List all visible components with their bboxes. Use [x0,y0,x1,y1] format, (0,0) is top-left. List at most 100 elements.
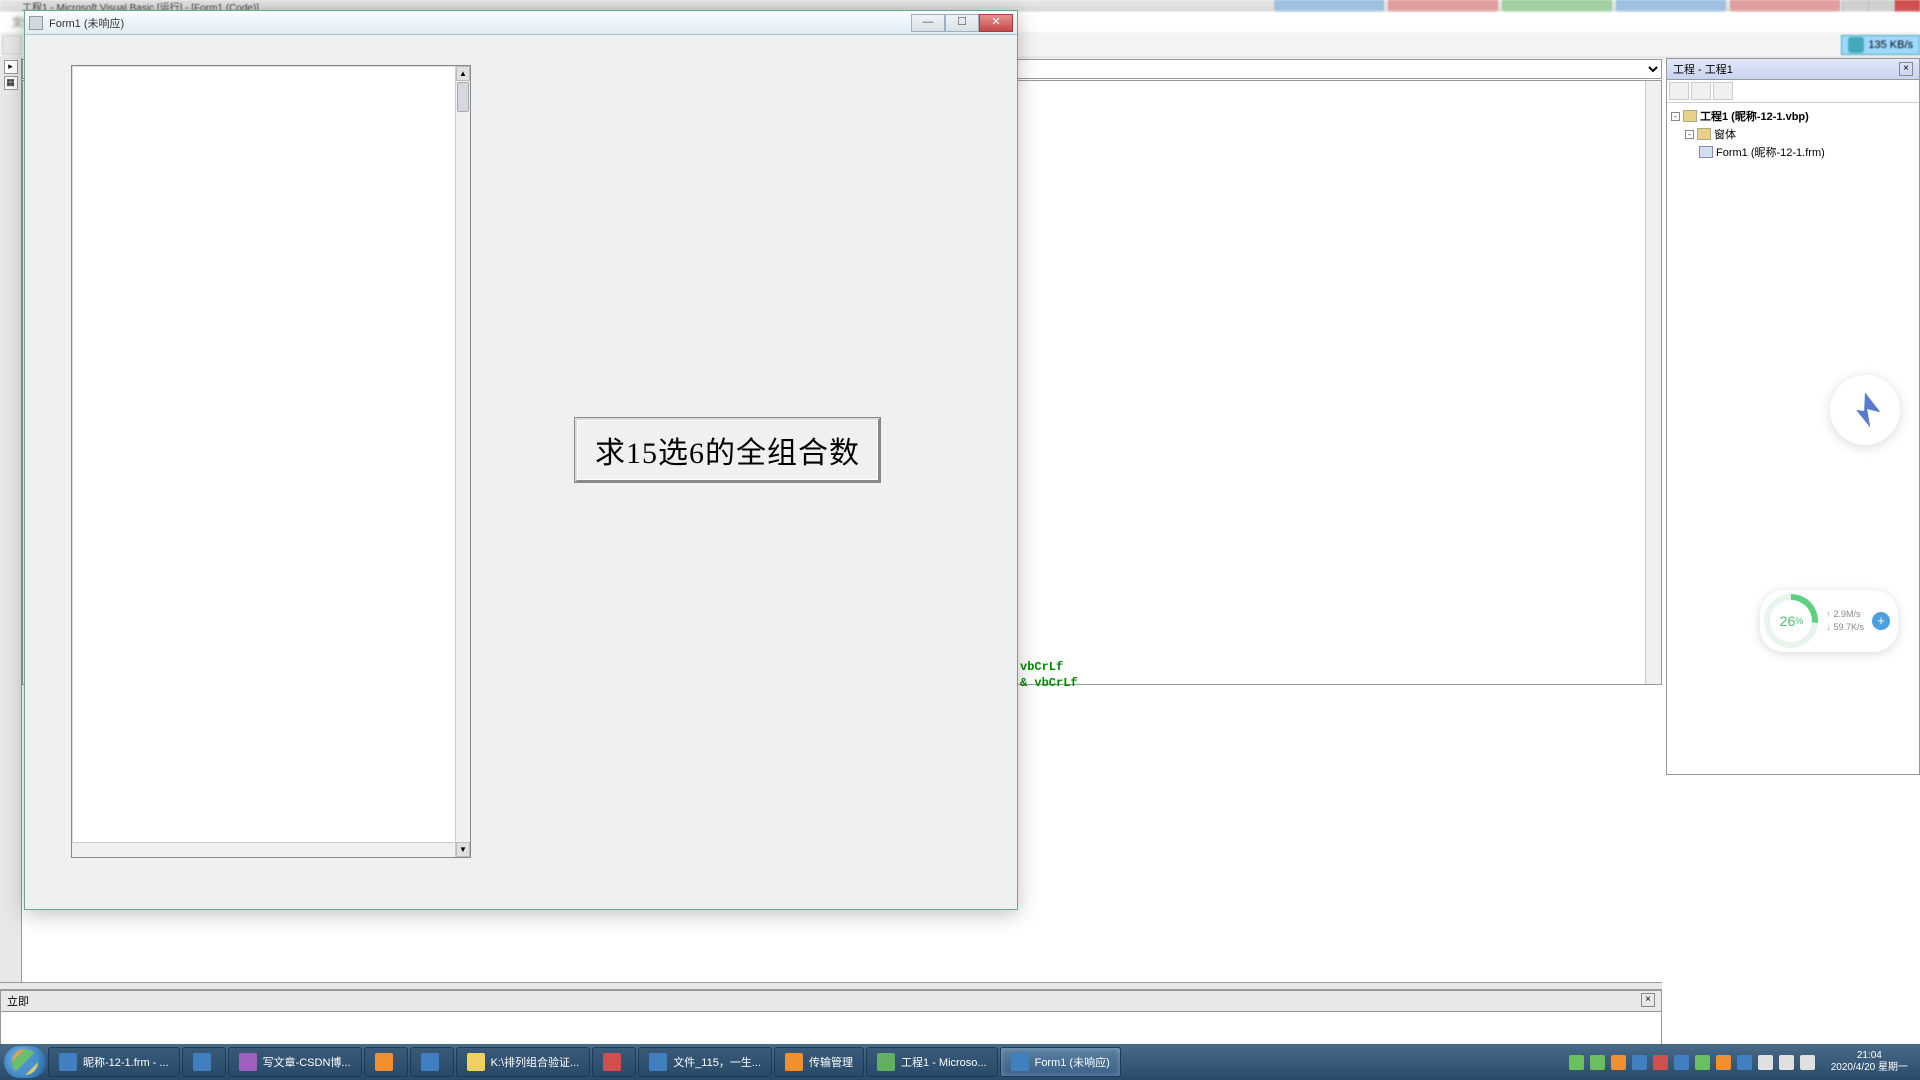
scroll-thumb[interactable] [457,82,469,112]
bird-icon [1843,388,1887,432]
form-icon [1699,146,1713,158]
taskbar-item[interactable] [410,1047,454,1077]
tray-icon[interactable] [1674,1055,1689,1070]
project-explorer-toolbar[interactable] [1667,80,1919,103]
form1-maximize-button[interactable]: ☐ [945,14,979,32]
tray-icon[interactable] [1695,1055,1710,1070]
app-icon [239,1053,257,1071]
taskbar-item[interactable] [364,1047,408,1077]
taskbar-item[interactable]: K:\排列组合验证... [456,1047,591,1077]
taskbar-item-label: 写文章-CSDN博... [263,1054,351,1070]
app-icon [785,1053,803,1071]
taskbar[interactable]: 昵称-12-1.frm - ... 写文章-CSDN博... K:\排列组合验证..… [0,1044,1920,1080]
taskbar-item[interactable]: 写文章-CSDN博... [228,1047,362,1077]
start-button[interactable] [4,1046,46,1078]
code-vscroll[interactable] [1645,81,1661,684]
expand-icon[interactable]: - [1671,112,1680,121]
bg-min-button[interactable] [1842,0,1868,12]
taskbar-item[interactable]: 文件_115，一生... [638,1047,772,1077]
expand-icon[interactable]: - [1685,130,1694,139]
form-node-label[interactable]: Form1 (昵称-12-1.frm) [1716,144,1825,160]
taskbar-item-label: Form1 (未响应) [1035,1054,1110,1070]
code-peek-line-1: vbCrLf [1020,660,1063,674]
immediate-window[interactable]: 立即 × [0,990,1662,1052]
compute-combinations-button[interactable]: 求15选6的全组合数 [575,418,880,482]
code-peek-line-2: & vbCrLf [1020,676,1078,690]
form1-title-bar[interactable]: Form1 (未响应) — ☐ ✕ [25,11,1017,35]
bg-close-button[interactable] [1894,0,1920,12]
taskbar-clock[interactable]: 21:04 2020/4/20 星期一 [1823,1050,1916,1074]
netmon-expand-button[interactable]: + [1872,612,1890,630]
download-speed: 59.7K/s [1826,621,1864,634]
app-icon [375,1053,393,1071]
bg-max-button[interactable] [1868,0,1894,12]
form1-client-area: ▲ ▼ 求15选6的全组合数 [25,35,1017,909]
form1-close-button[interactable]: ✕ [979,14,1013,32]
netspeed-text: 135 KB/s [1868,39,1913,51]
app-icon [193,1053,211,1071]
toggle-folders-button[interactable] [1713,82,1733,100]
tray-icon[interactable] [1758,1055,1773,1070]
project-explorer-close-icon[interactable]: × [1899,62,1913,76]
cloud-icon [1848,37,1864,53]
taskbar-item-label: K:\排列组合验证... [491,1054,580,1070]
tray-volume-icon[interactable] [1779,1055,1794,1070]
immediate-title: 立即 [7,993,29,1009]
app-icon [649,1053,667,1071]
tray-network-icon[interactable] [1800,1055,1815,1070]
scroll-down-icon[interactable]: ▼ [456,842,470,857]
code-splitter[interactable] [0,982,1662,990]
tray-icon[interactable] [1716,1055,1731,1070]
tray-icon[interactable] [1569,1055,1584,1070]
taskbar-item[interactable]: 昵称-12-1.frm - ... [48,1047,180,1077]
output-textbox[interactable]: ▲ ▼ [71,65,471,858]
form-icon [29,16,43,30]
tray-icon[interactable] [1653,1055,1668,1070]
taskbar-item[interactable]: Form1 (未响应) [1000,1047,1121,1077]
taskbar-item[interactable] [182,1047,226,1077]
tray-icon[interactable] [1590,1055,1605,1070]
taskbar-item[interactable]: 传输管理 [774,1047,864,1077]
xunlei-floating-icon[interactable] [1830,375,1900,445]
project-explorer-title: 工程 - 工程1 [1673,61,1733,77]
tray-icon[interactable] [1632,1055,1647,1070]
app-icon [1011,1053,1029,1071]
taskbar-item[interactable]: 工程1 - Microso... [866,1047,998,1077]
immediate-close-icon[interactable]: × [1641,993,1655,1007]
app-icon [421,1053,439,1071]
form1-title-text: Form1 (未响应) [49,15,911,31]
textbox-hscroll[interactable] [72,842,455,857]
app-icon [59,1053,77,1071]
project-root-label[interactable]: 工程1 (昵称-12-1.vbp) [1700,108,1809,124]
form1-minimize-button[interactable]: — [911,14,945,32]
browser-tabs-peek [1274,0,1840,12]
system-tray[interactable] [1563,1055,1821,1070]
app-icon [603,1053,621,1071]
taskbar-item-label: 工程1 - Microso... [901,1054,987,1070]
percent-suffix: % [1795,616,1803,626]
app-icon [877,1053,895,1071]
toolbox-gutter[interactable]: ▸▦ [0,58,22,990]
view-code-button[interactable] [1669,82,1689,100]
form1-window[interactable]: Form1 (未响应) — ☐ ✕ ▲ ▼ 求15选6的全组合数 [24,10,1018,910]
clock-date: 2020/4/20 星期一 [1831,1062,1908,1074]
tray-icon[interactable] [1737,1055,1752,1070]
netspeed-badge[interactable]: 135 KB/s [1841,35,1920,55]
cpu-percent: 26 [1780,613,1796,629]
clock-time: 21:04 [1831,1050,1908,1062]
taskbar-item-label: 文件_115，一生... [673,1054,761,1070]
forms-folder-label[interactable]: 窗体 [1714,126,1736,142]
taskbar-item-label: 昵称-12-1.frm - ... [83,1054,169,1070]
scroll-up-icon[interactable]: ▲ [456,66,470,81]
view-object-button[interactable] [1691,82,1711,100]
tray-icon[interactable] [1611,1055,1626,1070]
upload-speed: 2.9M/s [1826,608,1864,621]
project-icon [1683,110,1697,122]
folder-icon [1697,128,1711,140]
windows-orb-icon [12,1049,38,1075]
textbox-vscroll[interactable]: ▲ ▼ [455,66,470,857]
taskbar-item-label: 传输管理 [809,1054,853,1070]
taskbar-item[interactable] [592,1047,636,1077]
cpu-ring: 26% [1764,594,1818,648]
network-monitor-widget[interactable]: 26% 2.9M/s 59.7K/s + [1760,590,1898,652]
